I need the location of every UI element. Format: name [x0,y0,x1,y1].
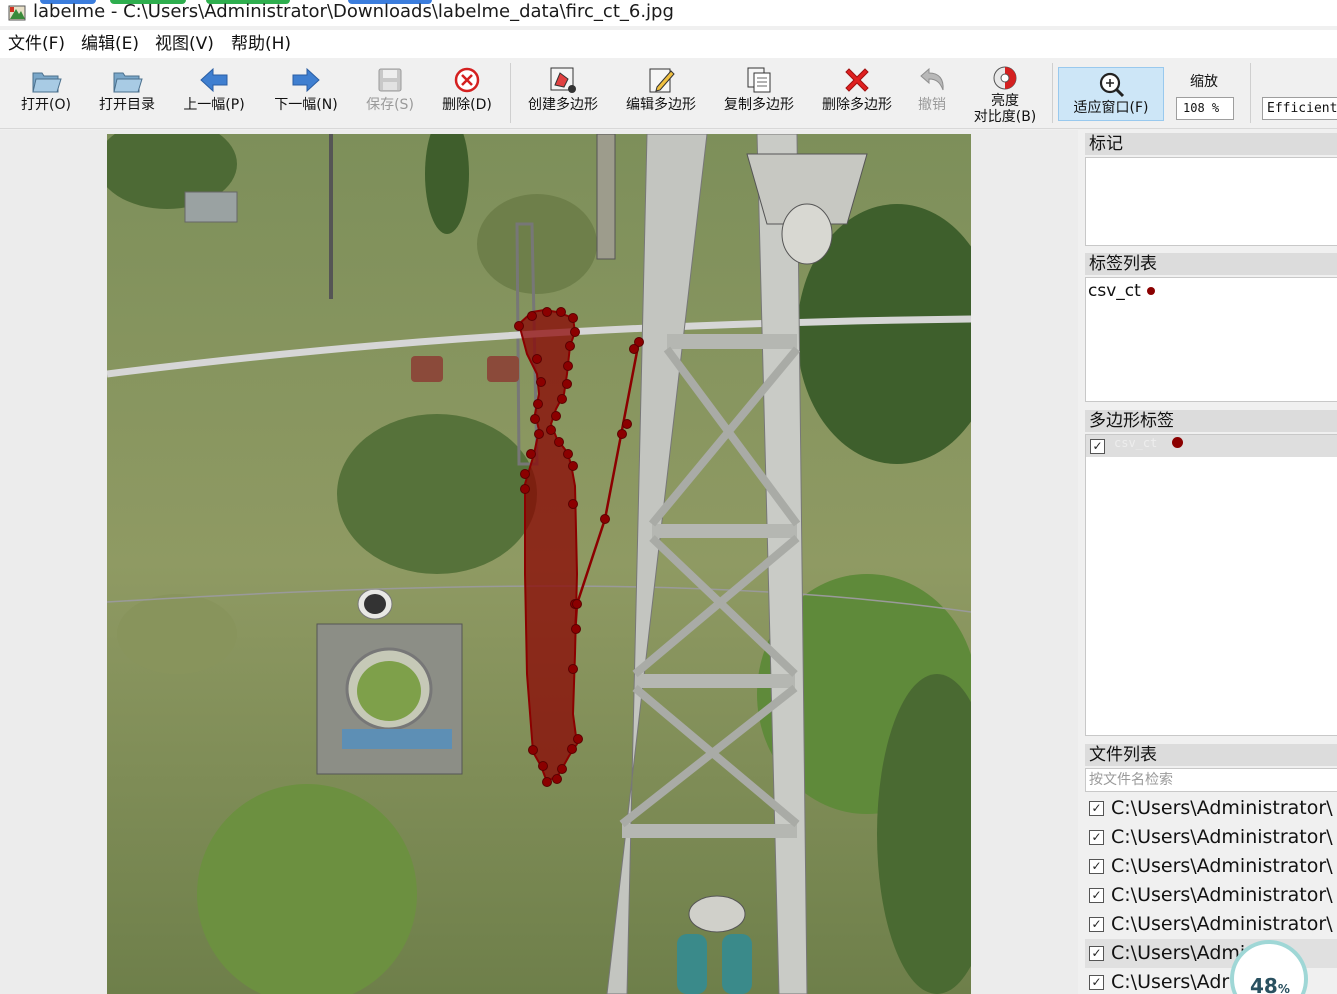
file-path: C:\Users\Adr [1111,971,1230,993]
file-checkbox[interactable]: ✓ [1089,917,1104,932]
file-list-item[interactable]: ✓ C:\Users\Administrator\ [1085,823,1337,852]
file-path: C:\Users\Admi [1111,942,1246,964]
open-label: 打开(O) [21,97,71,113]
menu-help[interactable]: 帮助(H) [231,33,291,55]
window-title: labelme - C:\Users\Administrator\Downloa… [33,1,674,22]
delete-polygon-button[interactable]: 删除多边形 [814,63,900,125]
edit-polygon-button[interactable]: 编辑多边形 [618,63,704,125]
prev-image-button[interactable]: 上一幅(P) [176,63,252,125]
polygon-labels-title: 多边形标签 [1085,410,1337,432]
menu-bar: 文件(F) 编辑(E) 视图(V) 帮助(H) [0,30,1337,58]
fit-window-icon [1099,72,1125,98]
toolbar-separator [510,63,511,123]
copy-icon [747,67,771,93]
delete-circle-icon [454,67,480,93]
edit-pencil-icon [649,68,675,93]
right-dock: 标记 标签列表 csv_ct 多边形标签 ✓ csv_ct 文件列表 按文件名检… [1080,130,1337,994]
save-button[interactable]: 保存(S) [360,63,420,125]
undo-button[interactable]: 撤销 [910,63,954,125]
create-polygon-icon [550,67,576,93]
folder-icon [113,72,143,93]
polygon-labels-panel[interactable]: ✓ csv_ct [1085,434,1337,736]
next-image-button[interactable]: 下一幅(N) [268,63,344,125]
file-list-item[interactable]: ✓ C:\Users\Administrator\ [1085,794,1337,823]
file-list-item[interactable]: ✓ C:\Users\Administrator\ [1085,881,1337,910]
menu-file[interactable]: 文件(F) [8,33,65,55]
file-search-input[interactable]: 按文件名检索 [1085,768,1337,792]
polygon-visibility-checkbox[interactable]: ✓ [1090,439,1105,454]
mode-select[interactable]: Efficient [1262,97,1337,120]
save-disk-icon [378,68,402,92]
delete-file-label: 删除(D) [442,97,492,113]
file-checkbox[interactable]: ✓ [1089,830,1104,845]
edit-polygon-label: 编辑多边形 [626,97,696,113]
undo-label: 撤销 [918,97,946,113]
file-path: C:\Users\Administrator\ [1111,826,1333,848]
copy-polygon-button[interactable]: 复制多边形 [716,63,802,125]
file-list-item[interactable]: ✓ C:\Users\Administrator\ [1085,910,1337,939]
copy-polygon-label: 复制多边形 [724,97,794,113]
file-list-item[interactable]: ✓ C:\Users\Administrator\ [1085,852,1337,881]
fit-window-button[interactable]: 适应窗口(F) [1058,67,1164,121]
aerial-photo [107,134,971,994]
menu-view[interactable]: 视图(V) [155,33,214,55]
file-checkbox[interactable]: ✓ [1089,946,1104,961]
open-dir-button[interactable]: 打开目录 [94,63,160,125]
file-checkbox[interactable]: ✓ [1089,888,1104,903]
file-checkbox[interactable]: ✓ [1089,859,1104,874]
undo-arrow-icon [920,67,944,91]
open-button[interactable]: 打开(O) [14,63,78,125]
contrast-label: 对比度(B) [973,109,1037,125]
arrow-left-icon [200,67,228,93]
label-list-item-text: csv_ct [1088,281,1141,301]
flags-title: 标记 [1085,133,1337,155]
labelme-app-icon [8,5,26,21]
next-label: 下一幅(N) [274,97,338,113]
arrow-right-icon [292,67,320,93]
progress-unit: % [1277,982,1290,994]
file-path: C:\Users\Administrator\ [1111,797,1333,819]
menu-edit[interactable]: 编辑(E) [81,33,139,55]
delete-polygon-label: 删除多边形 [822,97,892,113]
brightness-label: 亮度 [991,93,1019,109]
fit-window-label: 适应窗口(F) [1073,100,1149,116]
file-checkbox[interactable]: ✓ [1089,975,1104,990]
flags-panel[interactable] [1085,157,1337,246]
file-checkbox[interactable]: ✓ [1089,801,1104,816]
toolbar-separator [1052,63,1053,123]
delete-file-button[interactable]: 删除(D) [436,63,498,125]
create-polygon-button[interactable]: 创建多边形 [520,63,606,125]
progress-value: 48 [1250,974,1278,994]
zoom-label: 缩放 [1190,74,1218,90]
polygon-label-item[interactable]: ✓ csv_ct [1086,435,1337,457]
canvas-area[interactable] [0,130,1078,994]
file-path: C:\Users\Administrator\ [1111,884,1333,906]
title-bar: labelme - C:\Users\Administrator\Downloa… [0,0,1337,26]
create-polygon-label: 创建多边形 [528,97,598,113]
save-label: 保存(S) [366,97,414,113]
file-path: C:\Users\Administrator\ [1111,855,1333,877]
file-path: C:\Users\Administrator\ [1111,913,1333,935]
file-list-title: 文件列表 [1085,744,1337,766]
open-dir-label: 打开目录 [99,97,155,113]
brightness-icon [993,66,1017,90]
zoom-value-field[interactable]: 108 % [1176,97,1234,120]
red-x-icon [845,68,869,92]
label-color-dot [1146,287,1155,295]
prev-label: 上一幅(P) [183,97,245,113]
polygon-color-dot [1172,437,1183,448]
toolbar-separator [1250,63,1251,123]
label-list-title: 标签列表 [1085,253,1337,275]
toolbar: 打开(O) 打开目录 上一幅(P) 下一幅(N) 保存(S) 删除(D) 创建多… [0,59,1337,129]
polygon-label-text: csv_ct [1114,436,1158,450]
label-list-item[interactable]: csv_ct [1088,282,1155,300]
brightness-contrast-button[interactable]: 亮度 对比度(B) [966,63,1044,125]
label-list-panel[interactable]: csv_ct [1085,277,1337,402]
folder-open-icon [32,72,62,93]
annotation-image[interactable] [107,134,971,994]
